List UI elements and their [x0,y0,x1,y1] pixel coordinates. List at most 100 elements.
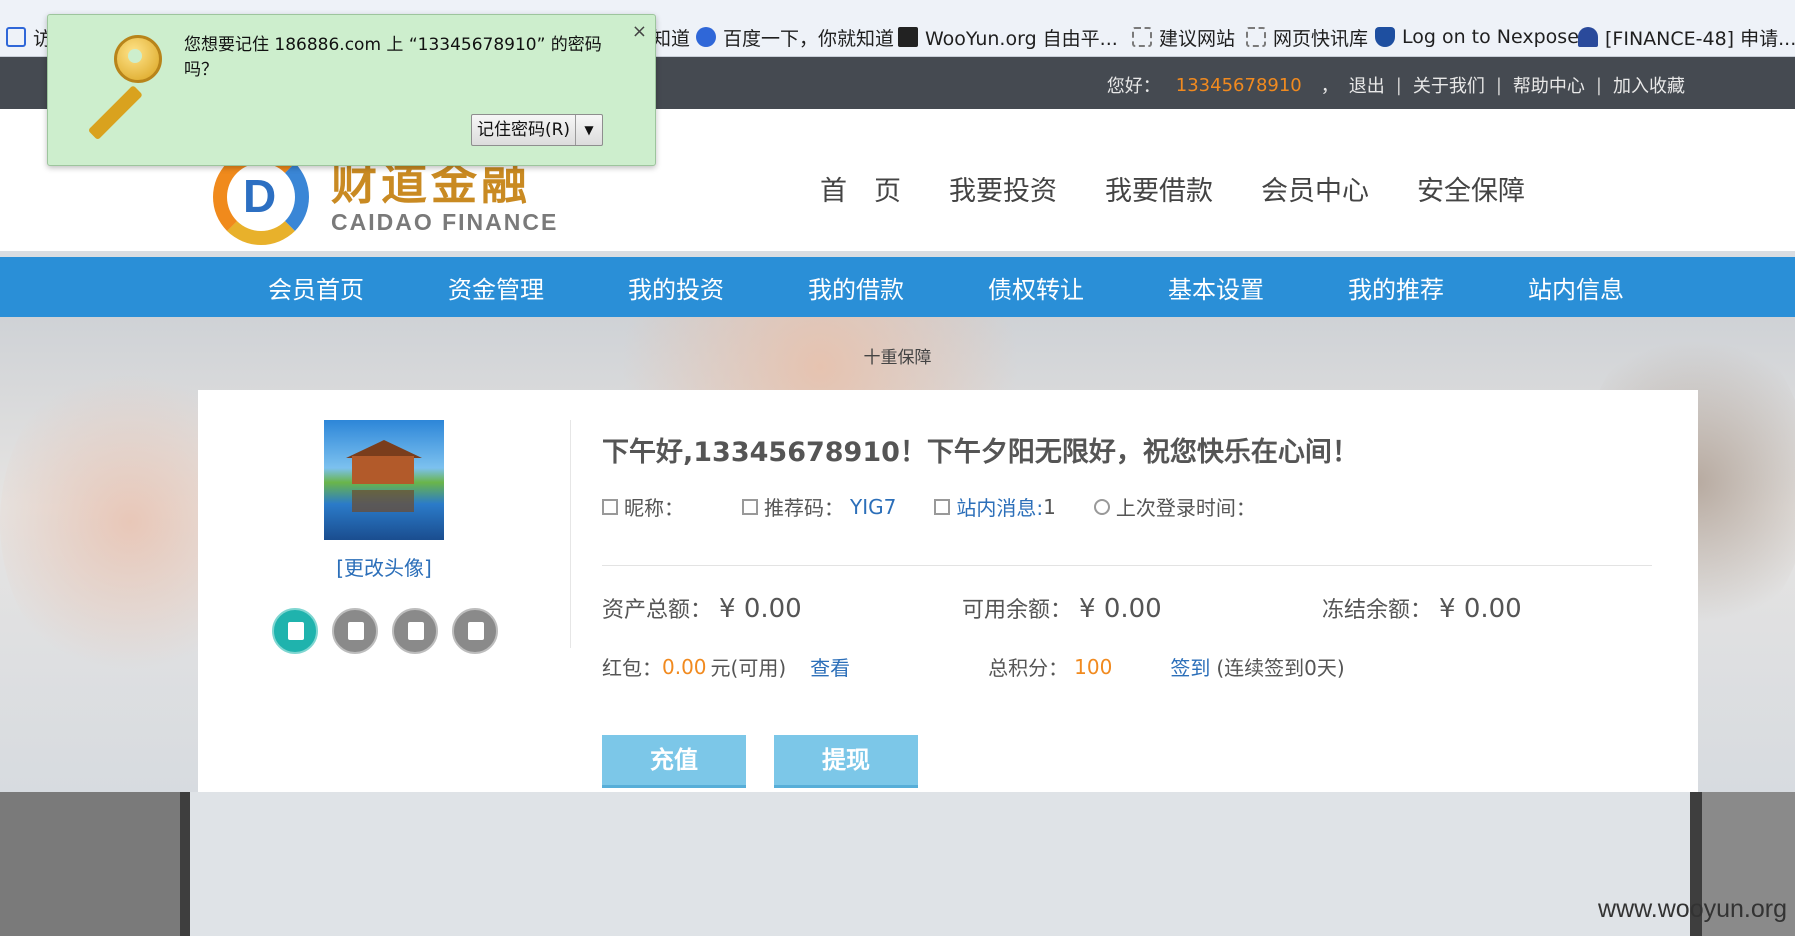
messages-label[interactable]: 站内消息: [956,492,1043,521]
bookmark-label: Log on to Nexpose [1402,26,1579,48]
nav-member[interactable]: 会员中心 [1261,169,1369,208]
dashed-page-icon [1246,27,1266,47]
bookmark-item-2[interactable]: 百度一下，你就知道 [696,24,894,50]
edit-icon [742,498,758,515]
bookmark-label: 知道 [652,27,691,50]
frozen-balance: 冻结余额： ¥ 0.00 [1322,592,1682,624]
avatar[interactable] [324,420,444,540]
recharge-button[interactable]: 充值 [602,735,746,788]
account-card: [更改头像] 下午好,13345678910！下午夕阳无限好，祝您快乐在心间！ … [198,390,1698,792]
help-link[interactable]: 帮助中心 [1513,72,1585,98]
search-icon [6,27,26,47]
hero-tagline: 十重保障 [863,348,932,368]
nav-invest[interactable]: 我要投资 [949,169,1057,208]
divider [602,565,1652,566]
chevron-down-icon[interactable]: ▼ [576,115,602,145]
popup-message: 您想要记住 186886.com 上 “13345678910” 的密码吗？ [184,35,602,80]
total-assets-value: ¥ 0.00 [719,594,802,624]
available-label: 可用余额： [962,598,1073,623]
person-icon [1578,27,1598,47]
bank-card-icon[interactable] [392,608,438,654]
main-nav: 首 页 我要投资 我要借款 会员中心 安全保障 [820,169,1525,208]
baidu-paw-icon [696,27,716,47]
clock-icon [1093,498,1110,515]
referral-code: YIG7 [850,494,897,519]
greeting-label: 您好： [1106,76,1161,97]
last-login-label: 上次登录时间： [1115,496,1256,520]
nav-security[interactable]: 安全保障 [1417,169,1525,208]
subnav-settings[interactable]: 基本设置 [1168,270,1348,305]
welcome-message: 下午好,13345678910！下午夕阳无限好，祝您快乐在心间！ [602,437,1359,468]
comma: ， [1320,76,1339,97]
bookmark-item-4[interactable]: 建议网站 [1132,24,1235,50]
page-bottom [0,792,1795,936]
bookmark-item-7[interactable]: [FINANCE-48] 申请... [1578,24,1795,50]
wooyun-icon [898,27,918,47]
save-password-popup: 您想要记住 186886.com 上 “13345678910” 的密码吗？ ×… [47,14,656,166]
available-balance: 可用余额： ¥ 0.00 [962,592,1322,624]
user-phone[interactable]: 13345678910 [1176,75,1302,96]
subnav-my-loans[interactable]: 我的借款 [808,270,988,305]
verification-badges [272,608,498,654]
rewards-row: 红包： 0.00 元(可用) 查看 总积分： 100 签到 (连续签到0天) [602,652,1345,681]
message-icon [934,498,951,515]
divider [570,420,571,648]
messages-item[interactable]: 站内消息: 1 [934,492,1056,521]
user-icon [602,498,618,515]
change-avatar-link[interactable]: [更改头像] [312,552,456,581]
balance-summary: 资产总额： ¥ 0.00 可用余额： ¥ 0.00 冻结余额： ¥ 0.00 [602,592,1682,624]
logo-letter: D [243,170,277,222]
nav-home[interactable]: 首 页 [820,169,901,208]
subnav-member-home[interactable]: 会员首页 [268,270,448,305]
bookmark-label: 网页快讯库 [1273,27,1369,50]
profile-meta: 昵称： 推荐码： YIG7 站内消息: 1 上次登录时间： [602,492,1294,521]
bookmark-label: 建议网站 [1159,27,1236,50]
key-icon [64,31,174,141]
checkin-link[interactable]: 签到 [1170,652,1210,681]
withdraw-button[interactable]: 提现 [774,735,918,788]
bookmark-item-6[interactable]: Log on to Nexpose [1375,24,1579,50]
id-card-icon[interactable] [332,608,378,654]
subnav-funds[interactable]: 资金管理 [448,270,628,305]
medal-icon[interactable] [452,608,498,654]
redpacket-value: 0.00 [662,654,707,679]
subnav-referrals[interactable]: 我的推荐 [1348,270,1528,305]
subnav-debt-transfer[interactable]: 债权转让 [988,270,1168,305]
nav-borrow[interactable]: 我要借款 [1105,169,1213,208]
save-password-button[interactable]: 记住密码(R) ▼ [471,114,603,146]
total-assets: 资产总额： ¥ 0.00 [602,592,962,624]
separator: | [1495,74,1502,96]
separator: | [1595,74,1602,96]
bookmark-item-5[interactable]: 网页快讯库 [1246,24,1368,50]
hero-banner: 十重保障 [更改头像] 下午好,13345678910！下午夕阳无限好，祝您快乐… [0,317,1795,792]
top-links: 您好： 13345678910 ， 退出 | 关于我们 | 帮助中心 | 加入收… [1102,72,1690,98]
nickname-label: 昵称： [624,496,684,520]
bookmark-label: WooYun.org 自由平... [925,27,1118,50]
separator: | [1395,74,1402,96]
referral-label: 推荐码： [764,496,844,520]
available-value: ¥ 0.00 [1079,594,1162,624]
shield-icon [1375,27,1395,47]
favorite-link[interactable]: 加入收藏 [1613,72,1685,98]
subnav-messages[interactable]: 站内信息 [1528,270,1708,305]
subnav-my-invest[interactable]: 我的投资 [628,270,808,305]
bookmark-item-0[interactable]: 访 [6,24,52,50]
about-link[interactable]: 关于我们 [1413,72,1485,98]
nickname-item: 昵称： [602,492,684,521]
member-subnav: 会员首页 资金管理 我的投资 我的借款 债权转让 基本设置 我的推荐 站内信息 [0,257,1795,317]
frozen-label: 冻结余额： [1322,598,1433,623]
bookmark-label: [FINANCE-48] 申请... [1605,27,1795,50]
frozen-value: ¥ 0.00 [1439,594,1522,624]
redpacket-unit: 元(可用) [710,656,787,680]
logout-link[interactable]: 退出 [1349,72,1385,98]
points-value: 100 [1074,654,1113,679]
save-password-label[interactable]: 记住密码(R) [472,115,576,145]
total-assets-label: 资产总额： [602,598,713,623]
close-icon[interactable]: × [632,21,647,42]
last-login-item: 上次登录时间： [1093,492,1256,521]
phone-verified-icon[interactable] [272,608,318,654]
referral-item: 推荐码： YIG7 [742,492,896,521]
bookmark-item-3[interactable]: WooYun.org 自由平... [898,24,1118,50]
view-redpacket-link[interactable]: 查看 [810,652,850,681]
bookmark-item-1[interactable]: 知道 [652,24,690,50]
